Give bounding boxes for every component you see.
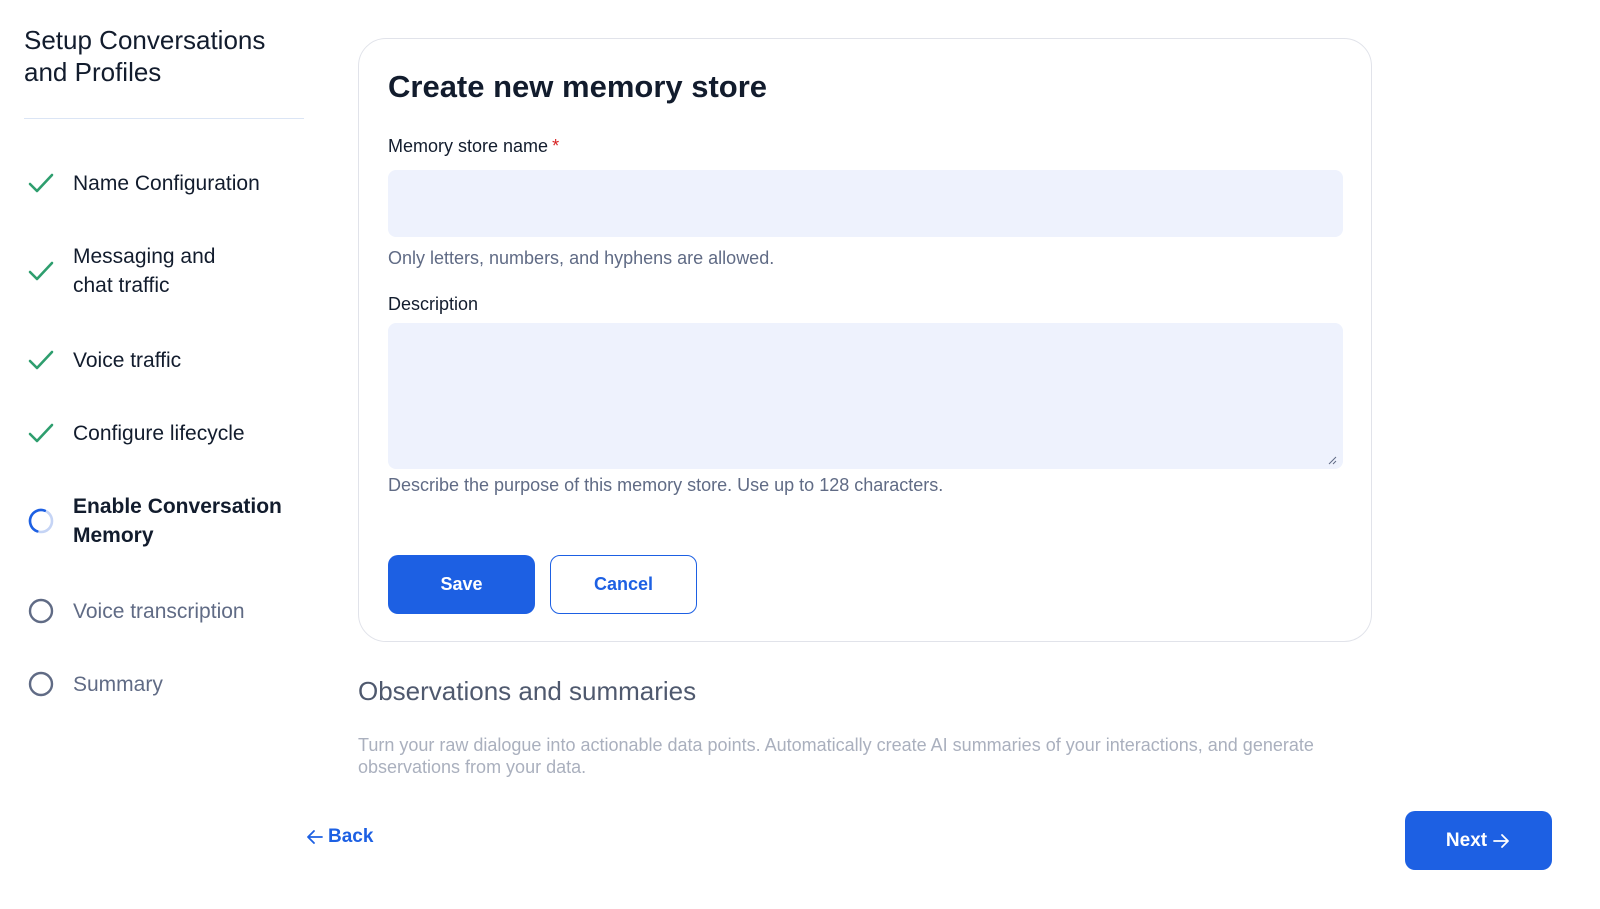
save-button[interactable]: Save — [388, 555, 535, 614]
description-label: Description — [388, 294, 479, 314]
next-label: Next — [1445, 829, 1488, 851]
sidebar-title: Setup Conversations and Profiles — [24, 24, 304, 119]
step-voice-traffic[interactable]: Voice traffic — [24, 343, 304, 377]
description-textarea[interactable] — [388, 323, 1343, 469]
section-heading: Observations and summaries — [358, 676, 697, 706]
wizard-sidebar: Setup Conversations and Profiles — [24, 24, 304, 119]
memory-store-name-label: Memory store name * — [388, 136, 559, 157]
step-label: Voice transcription — [73, 599, 245, 623]
step-label: Messaging and chat traffic — [73, 245, 216, 297]
arrow-left-icon — [307, 830, 323, 844]
check-icon — [24, 166, 58, 200]
step-name-configuration[interactable]: Name Configuration — [24, 166, 304, 200]
step-messaging-chat-traffic[interactable]: Messaging and chat traffic — [24, 242, 304, 300]
check-icon — [24, 343, 58, 377]
required-marker: * — [552, 136, 560, 156]
description-help-text: Describe the purpose of this memory stor… — [388, 475, 944, 495]
step-label: Enable Conversation Memory — [73, 495, 282, 547]
back-label: Back — [328, 826, 374, 847]
step-label: Summary — [73, 672, 163, 696]
memory-store-card: Create new memory store Memory store nam… — [358, 38, 1372, 642]
field-label-text: Memory store name — [388, 136, 549, 156]
description-field — [388, 323, 1343, 469]
page-title: Create new memory store — [388, 69, 768, 104]
empty-circle-icon — [24, 667, 58, 701]
next-button[interactable]: Next — [1405, 811, 1552, 870]
in-progress-icon — [24, 504, 58, 538]
step-voice-transcription[interactable]: Voice transcription — [24, 594, 304, 628]
back-button[interactable]: Back — [305, 826, 373, 848]
arrow-right-icon — [1493, 833, 1509, 848]
section-description: Turn your raw dialogue into actionable d… — [358, 735, 1314, 777]
resize-grip-icon[interactable] — [1327, 455, 1337, 465]
cancel-button[interactable]: Cancel — [550, 555, 697, 614]
step-summary[interactable]: Summary — [24, 667, 304, 701]
check-icon — [24, 254, 58, 288]
step-label: Configure lifecycle — [73, 421, 245, 445]
name-help-text: Only letters, numbers, and hyphens are a… — [388, 248, 775, 268]
step-enable-conversation-memory[interactable]: Enable Conversation Memory — [24, 492, 304, 550]
memory-store-name-input[interactable] — [388, 170, 1343, 237]
step-label: Voice traffic — [73, 348, 182, 372]
empty-circle-icon — [24, 594, 58, 628]
step-label: Name Configuration — [73, 171, 260, 195]
step-configure-lifecycle[interactable]: Configure lifecycle — [24, 416, 304, 450]
check-icon — [24, 416, 58, 450]
